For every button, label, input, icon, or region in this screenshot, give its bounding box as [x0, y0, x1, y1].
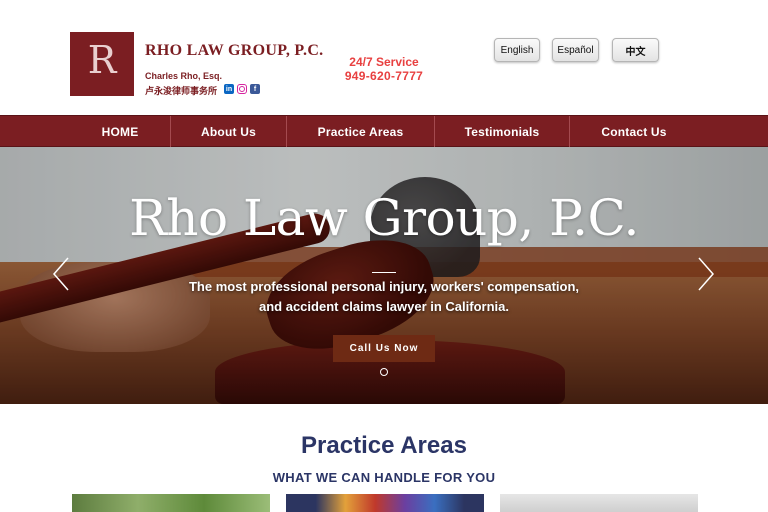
hero-subtitle: The most professional personal injury, w… [188, 279, 580, 314]
main-nav: HOME About Us Practice Areas Testimonial… [0, 115, 768, 147]
practice-area-image[interactable] [500, 494, 698, 512]
hero-divider [372, 272, 396, 273]
slider-dot[interactable] [380, 368, 388, 376]
logo[interactable]: R [70, 32, 134, 96]
section-subtitle: WHAT WE CAN HANDLE FOR YOU [272, 470, 496, 485]
phone-number[interactable]: 949-620-7777 [330, 69, 438, 83]
site-header: R RHO LAW GROUP, P.C. Charles Rho, Esq. … [0, 0, 768, 115]
slider-prev-arrow-icon[interactable] [52, 257, 70, 291]
practice-area-image[interactable] [286, 494, 484, 512]
social-links: in f [224, 84, 260, 94]
nav-item-about-us[interactable]: About Us [171, 116, 286, 147]
facebook-icon[interactable]: f [250, 84, 260, 94]
nav-item-practice-areas[interactable]: Practice Areas [287, 116, 434, 147]
nav-item-testimonials[interactable]: Testimonials [435, 116, 569, 147]
hero-overlay [0, 147, 768, 404]
hero-title: Rho Law Group, P.C. [129, 189, 639, 247]
nav-item-contact-us[interactable]: Contact Us [570, 116, 698, 147]
attorney-name: Charles Rho, Esq. [145, 71, 223, 81]
nav-item-home[interactable]: HOME [70, 116, 170, 147]
logo-letter: R [87, 38, 117, 82]
slider-next-arrow-icon[interactable] [697, 257, 715, 291]
instagram-icon[interactable] [237, 84, 247, 94]
linkedin-icon[interactable]: in [224, 84, 234, 94]
hero-slider: Rho Law Group, P.C. The most professiona… [0, 147, 768, 404]
service-label: 24/7 Service [349, 55, 419, 69]
practice-area-image[interactable] [72, 494, 270, 512]
language-spanish-button[interactable]: Español [552, 38, 599, 62]
chinese-firm-name: 卢永浚律师事务所 [145, 86, 218, 96]
section-title: Practice Areas [301, 432, 467, 459]
firm-name[interactable]: RHO LAW GROUP, P.C. [145, 42, 323, 60]
language-english-button[interactable]: English [494, 38, 540, 62]
call-us-now-button[interactable]: Call Us Now [333, 335, 435, 362]
language-chinese-button[interactable]: 中文 [612, 38, 659, 62]
practice-areas-section: Practice Areas WHAT WE CAN HANDLE FOR YO… [0, 404, 768, 512]
